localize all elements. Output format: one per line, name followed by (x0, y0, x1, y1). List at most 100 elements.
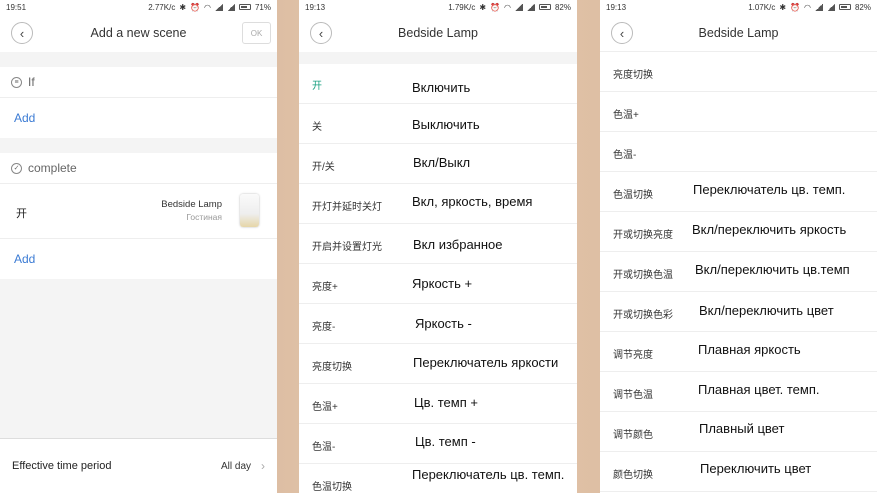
bluetooth-icon: ✱ (179, 2, 187, 12)
action-label-cn: 色温切换 (312, 482, 352, 493)
device-room: Гостиная (186, 212, 222, 222)
action-label-ru: Плавный цвет (699, 421, 785, 436)
action-label-ru: Цв. темп - (415, 434, 476, 449)
divider (299, 52, 577, 64)
page-header: ‹ Bedside Lamp (600, 14, 877, 52)
action-item[interactable]: 开或切换色彩 Вкл/переключить цвет (600, 292, 877, 332)
action-label-cn: 调节色温 (613, 390, 653, 401)
list-icon: ≡ (11, 76, 22, 88)
if-label: If (28, 75, 35, 89)
status-bar: 19:51 2.77K/c ✱ ⏰ ◠ 71% (0, 0, 277, 14)
device-action-item[interactable]: 开 Bedside Lamp Гостиная (0, 184, 277, 239)
action-list: 开 Включить 关 Выключить 开/关 Вкл/Выкл 开灯并延… (299, 64, 577, 493)
page-title: Add a new scene (90, 26, 187, 40)
effective-time-value: All day (220, 460, 251, 472)
action-item[interactable]: 开/关 Вкл/Выкл (299, 144, 577, 184)
signal-icon (214, 3, 223, 11)
back-button[interactable]: ‹ (310, 22, 332, 44)
action-item[interactable]: 开灯并延时关灯 Вкл, яркость, время (299, 184, 577, 224)
action-label-ru: Яркость + (412, 276, 473, 291)
back-button[interactable]: ‹ (611, 22, 633, 44)
action-label-cn: 开或切换色彩 (613, 310, 673, 321)
signal-icon (514, 3, 523, 11)
battery-percent: 82% (554, 2, 571, 12)
action-label-cn: 色温+ (312, 402, 338, 413)
divider (0, 52, 277, 67)
signal-icon (826, 3, 835, 11)
device-action: 开 (16, 208, 27, 220)
battery-icon (538, 4, 551, 10)
battery-icon (838, 4, 851, 10)
action-label-cn: 亮度切换 (613, 70, 653, 81)
status-bar: 19:13 1.07K/c ✱ ⏰ ◠ 82% (600, 0, 877, 14)
action-label-ru: Плавная яркость (698, 342, 801, 357)
action-item[interactable]: 色温+ (600, 92, 877, 132)
bluetooth-icon: ✱ (479, 2, 487, 12)
action-label-ru: Переключатель цв. темп. (412, 467, 565, 482)
ok-button[interactable]: OK (242, 22, 271, 44)
network-speed: 1.07K/c (748, 2, 776, 12)
wifi-icon: ◠ (204, 2, 211, 12)
signal-icon (526, 3, 535, 11)
check-circle-icon: ✓ (11, 162, 22, 174)
status-time: 19:13 (606, 2, 627, 12)
action-item[interactable]: 色温- (600, 132, 877, 172)
action-label-cn: 开灯并延时关灯 (312, 202, 382, 213)
action-item[interactable]: 色温+ Цв. темп + (299, 384, 577, 424)
signal-icon (814, 3, 823, 11)
divider (0, 138, 277, 153)
action-item[interactable]: 亮度切换 (600, 52, 877, 92)
back-button[interactable]: ‹ (11, 22, 33, 44)
effective-time-row[interactable]: Effective time period All day › (0, 438, 277, 493)
action-label-cn: 调节亮度 (613, 350, 653, 361)
wifi-icon: ◠ (804, 2, 811, 12)
action-item[interactable]: 调节亮度 Плавная яркость (600, 332, 877, 372)
action-item[interactable]: 亮度- Яркость - (299, 304, 577, 344)
chevron-left-icon: ‹ (619, 25, 625, 41)
action-label-ru: Вкл/переключить цвет (699, 303, 834, 318)
device-name: Bedside Lamp (161, 199, 222, 210)
action-item[interactable]: 亮度+ Яркость + (299, 264, 577, 304)
network-speed: 1.79K/c (448, 2, 476, 12)
page-header: ‹ Bedside Lamp (299, 14, 577, 52)
action-item[interactable]: 开或切换色温 Вкл/переключить цв.темп (600, 252, 877, 292)
network-speed: 2.77K/c (148, 2, 176, 12)
action-label-cn: 亮度- (312, 322, 336, 333)
action-label-cn: 开 (312, 81, 322, 92)
action-label-cn: 亮度+ (312, 282, 338, 293)
action-label-cn: 色温- (312, 442, 336, 453)
complete-section-header: ✓ complete (0, 153, 277, 184)
page-header: ‹ Add a new scene OK (0, 14, 277, 52)
action-item[interactable]: 颜色切换 Переключить цвет (600, 452, 877, 492)
action-item[interactable]: 色温切换 Переключатель цв. темп. (600, 172, 877, 212)
action-item[interactable]: 调节颜色 Плавный цвет (600, 412, 877, 452)
action-label-cn: 色温切换 (613, 190, 653, 201)
action-label-ru: Вкл, яркость, время (412, 194, 533, 209)
action-label-cn: 亮度切换 (312, 362, 352, 373)
scene-editor-screen: 19:51 2.77K/c ✱ ⏰ ◠ 71% ‹ Add a new scen… (0, 0, 277, 493)
if-section-header: ≡ If (0, 67, 277, 98)
action-label-ru: Переключить цвет (700, 461, 812, 476)
action-item[interactable]: 亮度切换 Переключатель яркости (299, 344, 577, 384)
action-label-cn: 色温+ (613, 110, 639, 121)
action-label-ru: Вкл/переключить яркость (692, 222, 847, 237)
add-action-button[interactable]: Add (0, 239, 277, 279)
action-item[interactable]: 关 Выключить (299, 104, 577, 144)
action-item[interactable]: 色温切换 Переключатель цв. темп. (299, 464, 577, 493)
action-label-cn: 开或切换色温 (613, 270, 673, 281)
action-label-cn: 开启并设置灯光 (312, 242, 382, 253)
effective-time-label: Effective time period (12, 460, 112, 472)
action-label-ru: Переключатель яркости (413, 355, 559, 370)
action-list: 亮度切换 色温+ 色温- 色温切换 Переключатель цв. темп… (600, 52, 877, 492)
device-actions-screen: 19:13 1.79K/c ✱ ⏰ ◠ 82% ‹ Bedside Lamp 开… (299, 0, 577, 493)
action-item[interactable]: 开 Включить (299, 64, 577, 104)
add-condition-button[interactable]: Add (0, 98, 277, 138)
action-item[interactable]: 开或切换亮度 Вкл/переключить яркость (600, 212, 877, 252)
action-item[interactable]: 开启并设置灯光 Вкл избранное (299, 224, 577, 264)
action-label-cn: 色温- (613, 150, 637, 161)
battery-percent: 82% (854, 2, 871, 12)
action-label-cn: 开或切换亮度 (613, 230, 673, 241)
action-item[interactable]: 色温- Цв. темп - (299, 424, 577, 464)
action-item[interactable]: 调节色温 Плавная цвет. темп. (600, 372, 877, 412)
action-label-ru: Цв. темп + (414, 395, 478, 410)
